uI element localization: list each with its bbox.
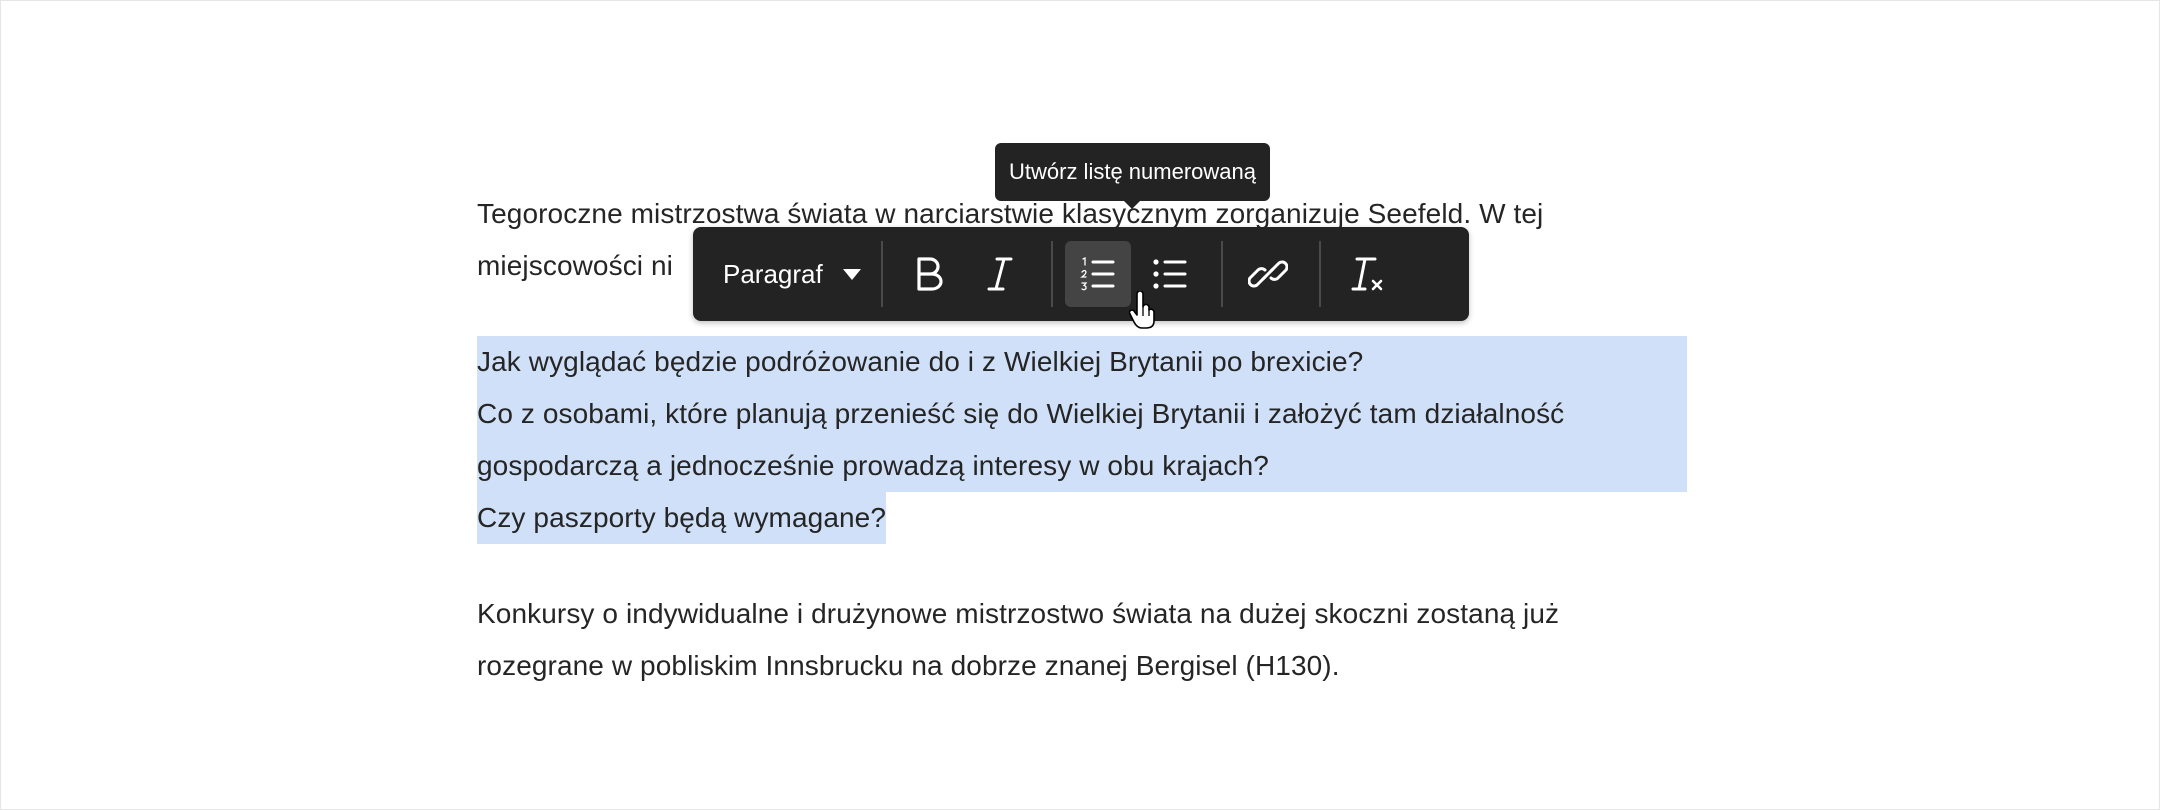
selected-line: Co z osobami, które planują przenieść si…: [477, 388, 1687, 440]
bulleted-list-icon: [1153, 259, 1187, 289]
italic-button[interactable]: [967, 241, 1033, 307]
selected-line: Jak wyglądać będzie podróżowanie do i z …: [477, 336, 1687, 388]
tooltip-arrow: [1123, 200, 1142, 209]
toolbar-separator: [1319, 241, 1321, 307]
bold-icon: [917, 257, 943, 291]
paragraph-style-label: Paragraf: [723, 258, 823, 289]
tooltip-text: Utwórz listę numerowaną: [1009, 159, 1256, 184]
editor-frame: Tegoroczne mistrzostwa świata w narciars…: [0, 0, 2160, 810]
paragraph-3[interactable]: Konkursy o indywidualne i drużynowe mist…: [477, 588, 1687, 692]
toolbar-separator: [1051, 241, 1053, 307]
text-line: Konkursy o indywidualne i drużynowe mist…: [477, 598, 1560, 629]
balloon-toolbar: Paragraf: [693, 227, 1469, 321]
link-button[interactable]: [1235, 241, 1301, 307]
numbered-list-button[interactable]: [1065, 241, 1131, 307]
tooltip: Utwórz listę numerowaną: [995, 143, 1270, 209]
selected-line: gospodarczą a jednocześnie prowadzą inte…: [477, 440, 1687, 492]
toolbar-separator: [881, 241, 883, 307]
remove-format-icon: [1351, 257, 1383, 291]
link-icon: [1248, 260, 1288, 288]
text-line: rozegrane w pobliskim Innsbrucku na dobr…: [477, 650, 1340, 681]
remove-format-button[interactable]: [1333, 241, 1399, 307]
numbered-list-icon: [1080, 256, 1115, 291]
italic-icon: [987, 257, 1013, 291]
hand-pointer-cursor-icon: [1128, 290, 1157, 336]
selected-line: Czy paszporty będą wymagane?: [477, 492, 887, 544]
bold-button[interactable]: [895, 241, 961, 307]
toolbar-separator: [1221, 241, 1223, 307]
caret-down-icon: [842, 268, 861, 280]
paragraph-style-dropdown[interactable]: Paragraf: [693, 241, 869, 307]
paragraph-selected[interactable]: Jak wyglądać będzie podróżowanie do i z …: [477, 336, 1687, 544]
